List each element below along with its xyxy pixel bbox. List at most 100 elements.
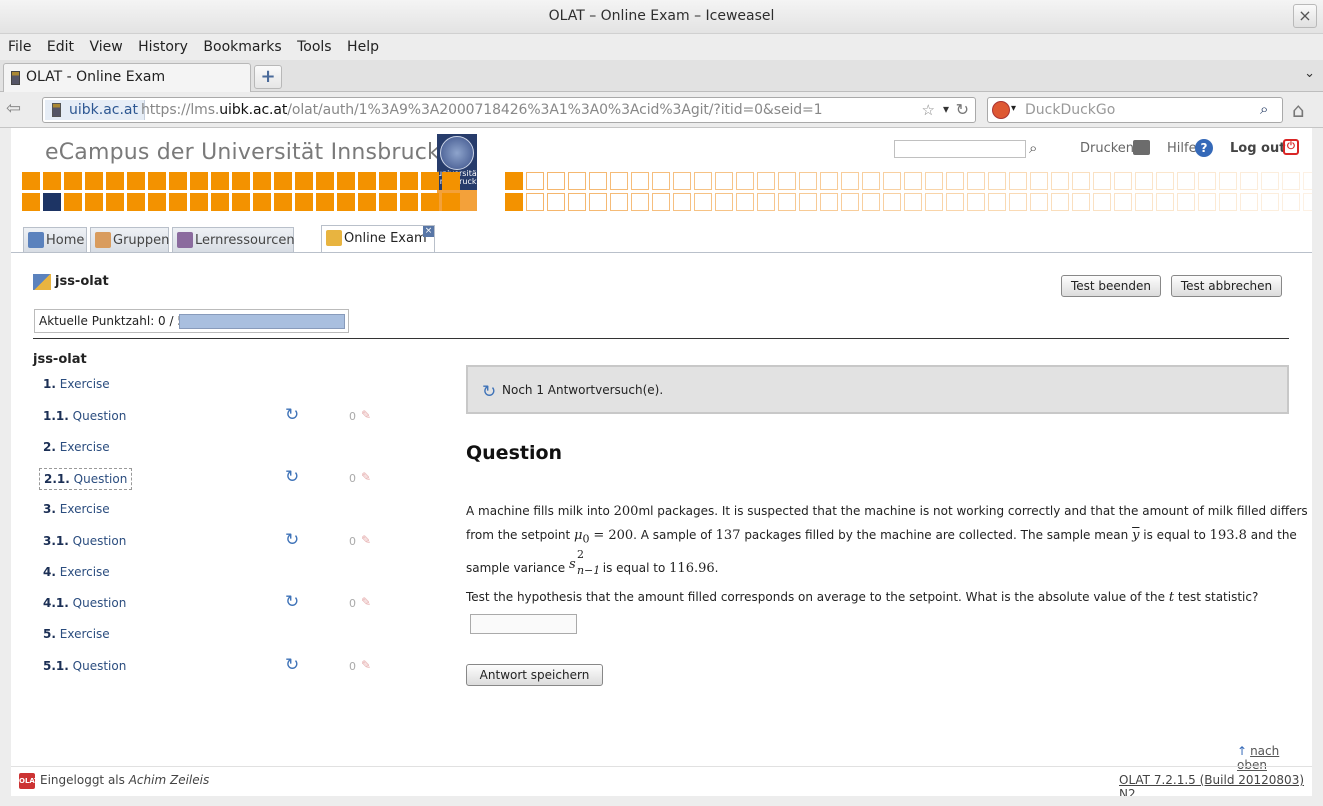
save-answer-button[interactable]: Antwort speichern (466, 664, 603, 686)
search-icon[interactable]: ⌕ (1260, 100, 1278, 118)
header-square (358, 172, 376, 190)
tab-groups[interactable]: Gruppen (90, 227, 169, 252)
header-square (1051, 172, 1069, 190)
question-text: packages filled by the machine are colle… (744, 528, 1129, 542)
back-arrow-icon[interactable]: ⇦ (6, 98, 32, 122)
toc-question-link[interactable]: 2.1. Question (39, 468, 133, 490)
toc-question-link[interactable]: 1.1. Question (39, 406, 130, 428)
header-square (1072, 193, 1090, 211)
help-icon[interactable]: ? (1195, 139, 1213, 157)
menu-bookmarks[interactable]: Bookmarks (203, 34, 281, 55)
tab-online-exam-label: Online Exam (344, 231, 427, 246)
toc-item-label: Question (73, 472, 128, 486)
url-bar[interactable]: uibk.ac.at https://lms.uibk.ac.at/olat/a… (42, 97, 976, 123)
browser-tab[interactable]: OLAT - Online Exam (3, 63, 251, 92)
tab-online-exam[interactable]: Online Exam × (321, 225, 435, 253)
header-square (232, 193, 250, 211)
question-text: . (714, 561, 719, 575)
header-square (883, 172, 901, 190)
tab-learning-resources[interactable]: Lernressourcen (172, 227, 295, 252)
answer-input[interactable] (470, 614, 577, 634)
end-test-button[interactable]: Test beenden (1061, 275, 1161, 297)
question-text: is equal to (602, 561, 666, 575)
question-text: ml packages. It is suspected that the ma… (638, 504, 1308, 518)
header-square (946, 193, 964, 211)
question-text-line-4: Test the hypothesis that the amount fill… (466, 590, 1258, 605)
exam-edit-icon (33, 274, 51, 290)
new-tab-button[interactable]: + (254, 65, 282, 89)
header-square (715, 193, 733, 211)
toc-question-link[interactable]: 4.1. Question (39, 593, 130, 615)
question-text: . A sample of (633, 528, 712, 542)
question-text: and the (1250, 528, 1297, 542)
toc-exercise-link[interactable]: 3. Exercise (39, 499, 114, 521)
toc-exercise-link[interactable]: 1. Exercise (39, 374, 114, 396)
toc-question-link[interactable]: 3.1. Question (39, 531, 130, 553)
not-answered-icon: ✎ (361, 533, 372, 547)
version-link[interactable]: OLAT 7.2.1.5 (Build 20120803) N2 (1119, 773, 1312, 796)
url-prefix: https://lms. (141, 102, 220, 118)
menu-tools[interactable]: Tools (297, 34, 332, 55)
header-square (442, 172, 460, 190)
logout-link[interactable]: Log out (1230, 141, 1285, 156)
toc-item-number: 5.1. (43, 659, 69, 673)
header-square (106, 172, 124, 190)
toc-item-number: 3.1. (43, 534, 69, 548)
math-superscript: 2 (576, 548, 584, 561)
menu-help[interactable]: Help (347, 34, 379, 55)
search-engine-dropdown-icon[interactable]: ▾ (1011, 103, 1016, 114)
header-square (967, 193, 985, 211)
header-square (400, 193, 418, 211)
toc-item-number: 5. (43, 627, 56, 641)
menu-view[interactable]: View (89, 34, 122, 55)
math-value: 200 (613, 504, 639, 519)
close-window-button[interactable]: × (1293, 4, 1317, 28)
help-link[interactable]: Hilfe (1167, 141, 1197, 156)
search-bar[interactable]: ▾ DuckDuckGo ⌕ (987, 97, 1283, 123)
site-identity-label: uibk.ac.at (69, 102, 139, 118)
printer-icon[interactable] (1133, 140, 1150, 155)
header-square (652, 193, 670, 211)
print-link[interactable]: Drucken (1080, 141, 1134, 156)
tab-list-chevron-icon[interactable]: ⌄ (1304, 66, 1315, 81)
header-square (1135, 172, 1153, 190)
header-square (862, 193, 880, 211)
bookmark-star-icon[interactable]: ☆ (922, 101, 935, 119)
attempts-notice-text: Noch 1 Antwortversuch(e). (502, 383, 664, 397)
home-icon (28, 232, 44, 248)
not-answered-icon: ✎ (361, 658, 372, 672)
url-text[interactable]: https://lms.uibk.ac.at/olat/auth/1%3A9%3… (141, 102, 823, 118)
site-identity-button[interactable]: uibk.ac.at (45, 100, 146, 120)
toc-exercise-link[interactable]: 2. Exercise (39, 437, 114, 459)
header-square (946, 172, 964, 190)
toc-question-link[interactable]: 5.1. Question (39, 656, 130, 678)
tab-home[interactable]: Home (23, 227, 87, 252)
search-icon[interactable]: ⌕ (1029, 139, 1037, 157)
menu-file[interactable]: File (8, 34, 31, 55)
power-icon[interactable]: ⏻ (1283, 139, 1299, 155)
menu-edit[interactable]: Edit (47, 34, 74, 55)
header-square (442, 193, 460, 211)
site-search-input[interactable] (894, 140, 1026, 158)
site-brand[interactable]: eCampus der Universität Innsbruck (45, 140, 440, 165)
url-history-dropdown-icon[interactable]: ▾ (943, 102, 949, 116)
user-name: Achim Zeileis (128, 773, 210, 787)
cancel-test-button[interactable]: Test abbrechen (1171, 275, 1282, 297)
header-square (1261, 172, 1279, 190)
toc-item-label: Question (72, 596, 127, 610)
toc-exercise-link[interactable]: 5. Exercise (39, 624, 114, 646)
toc-item-number: 2. (43, 440, 56, 454)
header-square (799, 172, 817, 190)
home-icon[interactable]: ⌂ (1292, 98, 1305, 122)
header-square-pattern-top (22, 172, 1312, 192)
header-square (505, 172, 523, 190)
menu-history[interactable]: History (138, 34, 188, 55)
reload-icon[interactable]: ↻ (956, 100, 969, 119)
duckduckgo-icon[interactable] (992, 101, 1010, 119)
close-tab-icon[interactable]: × (423, 226, 434, 237)
header-square (589, 193, 607, 211)
toc-exercise-link[interactable]: 4. Exercise (39, 562, 114, 584)
back-to-top-link[interactable]: ↑ nach oben (1237, 744, 1312, 772)
header-square (232, 172, 250, 190)
header-square (1093, 172, 1111, 190)
